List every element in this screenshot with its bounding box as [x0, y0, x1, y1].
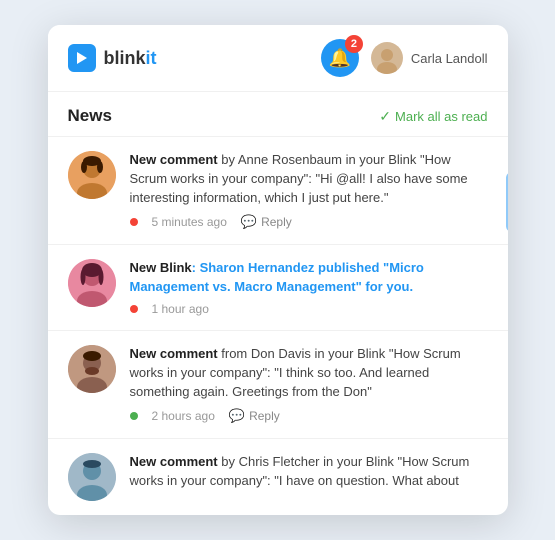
avatar: [68, 345, 116, 393]
notification-time: 1 hour ago: [152, 302, 209, 316]
notification-time: 2 hours ago: [152, 409, 215, 423]
topbar-right: 🔔 2 Carla Landoll: [321, 39, 488, 77]
avatar: [371, 42, 403, 74]
notification-meta: 2 hours ago 💬 Reply: [130, 408, 488, 424]
mark-all-read-button[interactable]: ✓ Mark all as read: [379, 108, 487, 125]
bell-badge: 2: [345, 35, 363, 53]
notification-bold: New comment: [130, 454, 218, 469]
unread-dot: [130, 218, 138, 226]
reply-label: Reply: [249, 409, 280, 423]
notification-bold: New Blink: [130, 260, 192, 275]
mark-all-read-label: Mark all as read: [395, 109, 487, 124]
bell-wrapper: 🔔 2: [321, 39, 359, 77]
user-info: Carla Landoll: [371, 42, 488, 74]
list-item: New comment by Anne Rosenbaum in your Bl…: [48, 136, 508, 244]
reply-button[interactable]: 💬 Reply: [241, 214, 292, 230]
logo-text: blinkit: [104, 48, 157, 69]
notification-list: New comment by Anne Rosenbaum in your Bl…: [48, 136, 508, 515]
notification-content: New comment from Don Davis in your Blink…: [130, 345, 488, 424]
section-title: News: [68, 106, 112, 126]
checkmark-icon: ✓: [379, 108, 391, 125]
logo: blinkit: [68, 44, 157, 72]
notification-bold: New comment: [130, 346, 218, 361]
logo-accent: it: [146, 48, 157, 68]
avatar: [68, 259, 116, 307]
read-dot: [130, 412, 138, 420]
topbar: blinkit 🔔 2 Carla Landoll: [48, 25, 508, 92]
list-item: New comment by Chris Fletcher in your Bl…: [48, 438, 508, 515]
avatar: [68, 151, 116, 199]
notification-content: New Blink: Sharon Hernandez published "M…: [130, 259, 488, 317]
reply-button[interactable]: 💬 Reply: [229, 408, 280, 424]
notification-meta: 5 minutes ago 💬 Reply: [130, 214, 488, 230]
reply-label: Reply: [261, 215, 292, 229]
list-item: New comment from Don Davis in your Blink…: [48, 330, 508, 438]
section-header: News ✓ Mark all as read: [48, 92, 508, 136]
notification-content: New comment by Chris Fletcher in your Bl…: [130, 453, 488, 491]
reply-icon: 💬: [229, 408, 245, 424]
list-item: New Blink: Sharon Hernandez published "M…: [48, 244, 508, 331]
unread-dot: [130, 305, 138, 313]
notification-text: New comment from Don Davis in your Blink…: [130, 345, 488, 402]
notification-content: New comment by Anne Rosenbaum in your Bl…: [130, 151, 488, 230]
notification-text: New comment by Chris Fletcher in your Bl…: [130, 453, 488, 491]
notification-text: New Blink: Sharon Hernandez published "M…: [130, 259, 488, 297]
notification-time: 5 minutes ago: [152, 215, 227, 229]
avatar: [68, 453, 116, 501]
notification-text: New comment by Anne Rosenbaum in your Bl…: [130, 151, 488, 208]
reply-icon: 💬: [241, 214, 257, 230]
notification-card: blinkit 🔔 2 Carla Landoll: [48, 25, 508, 515]
notification-bold: New comment: [130, 152, 218, 167]
notification-meta: 1 hour ago: [130, 302, 488, 316]
logo-icon: [68, 44, 96, 72]
user-name: Carla Landoll: [411, 51, 488, 66]
